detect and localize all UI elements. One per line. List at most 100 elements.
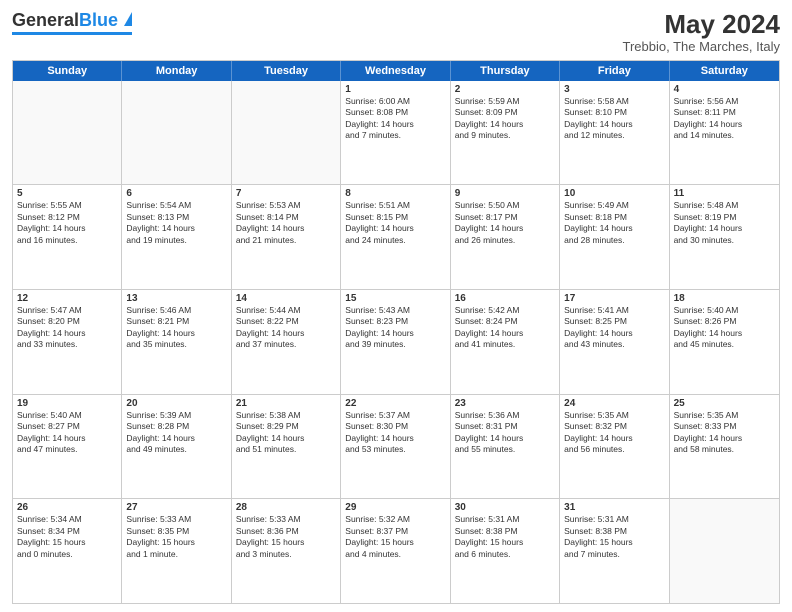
cell-text: and 45 minutes. xyxy=(674,339,775,350)
cell-text: Sunset: 8:33 PM xyxy=(674,421,775,432)
cell-text: Sunset: 8:09 PM xyxy=(455,107,555,118)
cell-text: Daylight: 15 hours xyxy=(236,537,336,548)
cell-text: Daylight: 14 hours xyxy=(564,223,664,234)
day-cell-1: 1Sunrise: 6:00 AMSunset: 8:08 PMDaylight… xyxy=(341,81,450,185)
cell-text: Sunrise: 5:53 AM xyxy=(236,200,336,211)
day-cell-26: 26Sunrise: 5:34 AMSunset: 8:34 PMDayligh… xyxy=(13,499,122,603)
day-number: 7 xyxy=(236,188,336,199)
day-cell-29: 29Sunrise: 5:32 AMSunset: 8:37 PMDayligh… xyxy=(341,499,450,603)
day-header-sunday: Sunday xyxy=(13,61,122,81)
day-number: 12 xyxy=(17,293,117,304)
cell-text: Sunset: 8:10 PM xyxy=(564,107,664,118)
cell-text: Daylight: 14 hours xyxy=(674,433,775,444)
cell-text: and 7 minutes. xyxy=(345,130,445,141)
day-number: 23 xyxy=(455,398,555,409)
cell-text: Sunset: 8:22 PM xyxy=(236,316,336,327)
calendar-header: SundayMondayTuesdayWednesdayThursdayFrid… xyxy=(13,61,779,81)
cell-text: and 9 minutes. xyxy=(455,130,555,141)
logo-name: General Blue xyxy=(12,10,132,31)
cell-text: Sunrise: 5:48 AM xyxy=(674,200,775,211)
cell-text: Sunset: 8:08 PM xyxy=(345,107,445,118)
cell-text: Sunrise: 5:37 AM xyxy=(345,410,445,421)
day-cell-31: 31Sunrise: 5:31 AMSunset: 8:38 PMDayligh… xyxy=(560,499,669,603)
title-area: May 2024 Trebbio, The Marches, Italy xyxy=(622,10,780,54)
cell-text: and 19 minutes. xyxy=(126,235,226,246)
cell-text: Sunset: 8:30 PM xyxy=(345,421,445,432)
cell-text: and 37 minutes. xyxy=(236,339,336,350)
cell-text: Daylight: 15 hours xyxy=(17,537,117,548)
cell-text: Daylight: 14 hours xyxy=(17,328,117,339)
day-cell-25: 25Sunrise: 5:35 AMSunset: 8:33 PMDayligh… xyxy=(670,395,779,499)
day-cell-28: 28Sunrise: 5:33 AMSunset: 8:36 PMDayligh… xyxy=(232,499,341,603)
cell-text: Sunset: 8:18 PM xyxy=(564,212,664,223)
day-cell-2: 2Sunrise: 5:59 AMSunset: 8:09 PMDaylight… xyxy=(451,81,560,185)
day-number: 9 xyxy=(455,188,555,199)
day-number: 22 xyxy=(345,398,445,409)
day-number: 29 xyxy=(345,502,445,513)
day-cell-8: 8Sunrise: 5:51 AMSunset: 8:15 PMDaylight… xyxy=(341,185,450,289)
day-cell-9: 9Sunrise: 5:50 AMSunset: 8:17 PMDaylight… xyxy=(451,185,560,289)
day-number: 31 xyxy=(564,502,664,513)
cell-text: Sunset: 8:36 PM xyxy=(236,526,336,537)
cell-text: Sunrise: 5:54 AM xyxy=(126,200,226,211)
cell-text: Daylight: 14 hours xyxy=(17,433,117,444)
cell-text: Sunset: 8:13 PM xyxy=(126,212,226,223)
cell-text: and 58 minutes. xyxy=(674,444,775,455)
cell-text: Sunrise: 5:58 AM xyxy=(564,96,664,107)
cell-text: Daylight: 15 hours xyxy=(126,537,226,548)
cell-text: Sunset: 8:37 PM xyxy=(345,526,445,537)
cell-text: Daylight: 14 hours xyxy=(126,223,226,234)
day-number: 6 xyxy=(126,188,226,199)
logo-general: General xyxy=(12,10,79,31)
cell-text: Sunrise: 5:55 AM xyxy=(17,200,117,211)
day-cell-18: 18Sunrise: 5:40 AMSunset: 8:26 PMDayligh… xyxy=(670,290,779,394)
cell-text: Sunset: 8:24 PM xyxy=(455,316,555,327)
cell-text: Sunset: 8:15 PM xyxy=(345,212,445,223)
day-number: 10 xyxy=(564,188,664,199)
day-cell-11: 11Sunrise: 5:48 AMSunset: 8:19 PMDayligh… xyxy=(670,185,779,289)
day-header-monday: Monday xyxy=(122,61,231,81)
logo: General Blue xyxy=(12,10,132,35)
week-row-4: 26Sunrise: 5:34 AMSunset: 8:34 PMDayligh… xyxy=(13,499,779,603)
cell-text: Sunrise: 6:00 AM xyxy=(345,96,445,107)
cell-text: Sunrise: 5:42 AM xyxy=(455,305,555,316)
cell-text: and 35 minutes. xyxy=(126,339,226,350)
day-number: 14 xyxy=(236,293,336,304)
day-number: 1 xyxy=(345,84,445,95)
cell-text: Sunrise: 5:36 AM xyxy=(455,410,555,421)
day-number: 20 xyxy=(126,398,226,409)
cell-text: Sunset: 8:34 PM xyxy=(17,526,117,537)
day-cell-20: 20Sunrise: 5:39 AMSunset: 8:28 PMDayligh… xyxy=(122,395,231,499)
cell-text: Sunrise: 5:39 AM xyxy=(126,410,226,421)
day-number: 24 xyxy=(564,398,664,409)
header: General Blue May 2024 Trebbio, The March… xyxy=(12,10,780,54)
cell-text: Sunset: 8:25 PM xyxy=(564,316,664,327)
month-title: May 2024 xyxy=(622,10,780,39)
cell-text: Sunrise: 5:41 AM xyxy=(564,305,664,316)
cell-text: Sunset: 8:12 PM xyxy=(17,212,117,223)
cell-text: Sunset: 8:32 PM xyxy=(564,421,664,432)
cell-text: Sunrise: 5:50 AM xyxy=(455,200,555,211)
day-cell-17: 17Sunrise: 5:41 AMSunset: 8:25 PMDayligh… xyxy=(560,290,669,394)
day-number: 26 xyxy=(17,502,117,513)
day-number: 27 xyxy=(126,502,226,513)
day-number: 25 xyxy=(674,398,775,409)
day-number: 2 xyxy=(455,84,555,95)
day-number: 15 xyxy=(345,293,445,304)
cell-text: and 4 minutes. xyxy=(345,549,445,560)
day-cell-6: 6Sunrise: 5:54 AMSunset: 8:13 PMDaylight… xyxy=(122,185,231,289)
cell-text: and 41 minutes. xyxy=(455,339,555,350)
cell-text: Daylight: 14 hours xyxy=(17,223,117,234)
day-cell-30: 30Sunrise: 5:31 AMSunset: 8:38 PMDayligh… xyxy=(451,499,560,603)
day-number: 8 xyxy=(345,188,445,199)
cell-text: and 55 minutes. xyxy=(455,444,555,455)
cell-text: Daylight: 14 hours xyxy=(345,433,445,444)
location-subtitle: Trebbio, The Marches, Italy xyxy=(622,39,780,54)
cell-text: and 1 minute. xyxy=(126,549,226,560)
day-cell-empty-0-2 xyxy=(232,81,341,185)
cell-text: Sunset: 8:38 PM xyxy=(564,526,664,537)
day-number: 16 xyxy=(455,293,555,304)
cell-text: Daylight: 15 hours xyxy=(564,537,664,548)
day-cell-12: 12Sunrise: 5:47 AMSunset: 8:20 PMDayligh… xyxy=(13,290,122,394)
cell-text: Sunset: 8:21 PM xyxy=(126,316,226,327)
